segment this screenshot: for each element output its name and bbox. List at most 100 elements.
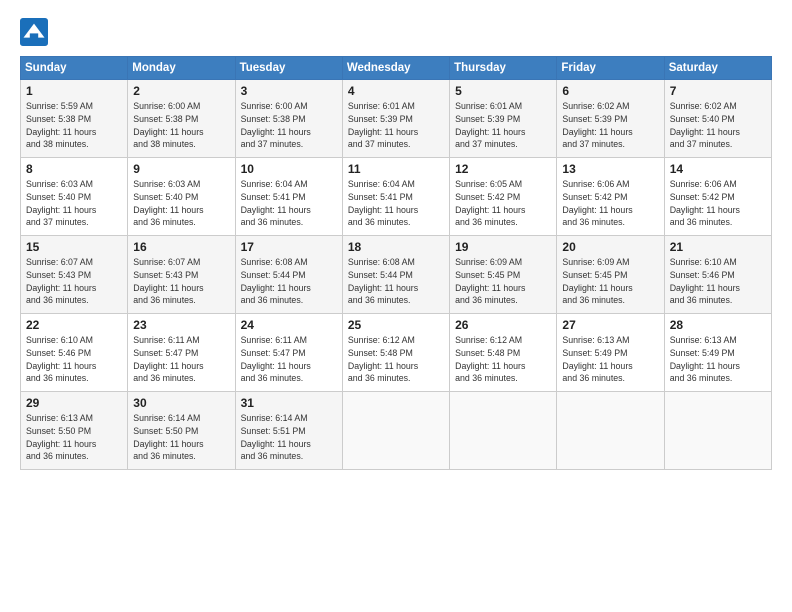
header-day: Sunday: [21, 57, 128, 80]
day-info: Sunrise: 6:07 AMSunset: 5:43 PMDaylight:…: [133, 256, 229, 307]
day-info: Sunrise: 6:09 AMSunset: 5:45 PMDaylight:…: [455, 256, 551, 307]
day-info: Sunrise: 6:05 AMSunset: 5:42 PMDaylight:…: [455, 178, 551, 229]
header-day: Thursday: [450, 57, 557, 80]
calendar-cell: 8 Sunrise: 6:03 AMSunset: 5:40 PMDaylight…: [21, 158, 128, 236]
day-number: 11: [348, 162, 444, 176]
calendar-cell: 2 Sunrise: 6:00 AMSunset: 5:38 PMDaylight…: [128, 80, 235, 158]
day-info: Sunrise: 6:00 AMSunset: 5:38 PMDaylight:…: [241, 100, 337, 151]
day-number: 13: [562, 162, 658, 176]
calendar-table: SundayMondayTuesdayWednesdayThursdayFrid…: [20, 56, 772, 470]
header-day: Wednesday: [342, 57, 449, 80]
day-info: Sunrise: 6:08 AMSunset: 5:44 PMDaylight:…: [348, 256, 444, 307]
calendar-cell: 27 Sunrise: 6:13 AMSunset: 5:49 PMDayligh…: [557, 314, 664, 392]
calendar-cell: 16 Sunrise: 6:07 AMSunset: 5:43 PMDayligh…: [128, 236, 235, 314]
day-number: 25: [348, 318, 444, 332]
day-info: Sunrise: 6:13 AMSunset: 5:50 PMDaylight:…: [26, 412, 122, 463]
day-info: Sunrise: 6:04 AMSunset: 5:41 PMDaylight:…: [241, 178, 337, 229]
day-number: 5: [455, 84, 551, 98]
day-number: 28: [670, 318, 766, 332]
day-number: 24: [241, 318, 337, 332]
header-day: Friday: [557, 57, 664, 80]
calendar-cell: 13 Sunrise: 6:06 AMSunset: 5:42 PMDayligh…: [557, 158, 664, 236]
day-info: Sunrise: 6:13 AMSunset: 5:49 PMDaylight:…: [562, 334, 658, 385]
calendar-cell: [664, 392, 771, 470]
day-info: Sunrise: 6:10 AMSunset: 5:46 PMDaylight:…: [670, 256, 766, 307]
day-number: 18: [348, 240, 444, 254]
day-info: Sunrise: 6:13 AMSunset: 5:49 PMDaylight:…: [670, 334, 766, 385]
day-info: Sunrise: 6:00 AMSunset: 5:38 PMDaylight:…: [133, 100, 229, 151]
calendar-cell: 7 Sunrise: 6:02 AMSunset: 5:40 PMDaylight…: [664, 80, 771, 158]
day-number: 26: [455, 318, 551, 332]
day-info: Sunrise: 6:12 AMSunset: 5:48 PMDaylight:…: [348, 334, 444, 385]
header-area: [20, 18, 772, 46]
calendar-cell: [557, 392, 664, 470]
header-day: Saturday: [664, 57, 771, 80]
calendar-cell: 1Sunrise: 5:59 AMSunset: 5:38 PMDaylight…: [21, 80, 128, 158]
day-number: 17: [241, 240, 337, 254]
day-info: Sunrise: 6:03 AMSunset: 5:40 PMDaylight:…: [26, 178, 122, 229]
day-number: 15: [26, 240, 122, 254]
calendar-cell: 17 Sunrise: 6:08 AMSunset: 5:44 PMDayligh…: [235, 236, 342, 314]
day-number: 14: [670, 162, 766, 176]
day-info: Sunrise: 6:12 AMSunset: 5:48 PMDaylight:…: [455, 334, 551, 385]
calendar-week: 8 Sunrise: 6:03 AMSunset: 5:40 PMDaylight…: [21, 158, 772, 236]
day-info: Sunrise: 6:06 AMSunset: 5:42 PMDaylight:…: [670, 178, 766, 229]
day-number: 8: [26, 162, 122, 176]
day-number: 29: [26, 396, 122, 410]
header-day: Monday: [128, 57, 235, 80]
day-number: 16: [133, 240, 229, 254]
header-row: SundayMondayTuesdayWednesdayThursdayFrid…: [21, 57, 772, 80]
day-info: Sunrise: 6:11 AMSunset: 5:47 PMDaylight:…: [241, 334, 337, 385]
calendar-cell: 29 Sunrise: 6:13 AMSunset: 5:50 PMDayligh…: [21, 392, 128, 470]
calendar-cell: 24 Sunrise: 6:11 AMSunset: 5:47 PMDayligh…: [235, 314, 342, 392]
calendar-cell: 22Sunrise: 6:10 AMSunset: 5:46 PMDayligh…: [21, 314, 128, 392]
day-info: Sunrise: 6:04 AMSunset: 5:41 PMDaylight:…: [348, 178, 444, 229]
day-number: 22: [26, 318, 122, 332]
calendar-cell: [450, 392, 557, 470]
calendar-cell: 12 Sunrise: 6:05 AMSunset: 5:42 PMDayligh…: [450, 158, 557, 236]
day-number: 7: [670, 84, 766, 98]
calendar-cell: [342, 392, 449, 470]
calendar-cell: 26 Sunrise: 6:12 AMSunset: 5:48 PMDayligh…: [450, 314, 557, 392]
day-number: 21: [670, 240, 766, 254]
calendar-cell: 9Sunrise: 6:03 AMSunset: 5:40 PMDaylight…: [128, 158, 235, 236]
day-number: 12: [455, 162, 551, 176]
calendar-cell: 3 Sunrise: 6:00 AMSunset: 5:38 PMDaylight…: [235, 80, 342, 158]
day-info: Sunrise: 6:09 AMSunset: 5:45 PMDaylight:…: [562, 256, 658, 307]
day-number: 2: [133, 84, 229, 98]
calendar-cell: 15 Sunrise: 6:07 AMSunset: 5:43 PMDayligh…: [21, 236, 128, 314]
day-info: Sunrise: 6:02 AMSunset: 5:40 PMDaylight:…: [670, 100, 766, 151]
day-info: Sunrise: 6:03 AMSunset: 5:40 PMDaylight:…: [133, 178, 229, 229]
day-info: Sunrise: 6:14 AMSunset: 5:51 PMDaylight:…: [241, 412, 337, 463]
calendar-cell: 30Sunrise: 6:14 AMSunset: 5:50 PMDayligh…: [128, 392, 235, 470]
calendar-week: 22Sunrise: 6:10 AMSunset: 5:46 PMDayligh…: [21, 314, 772, 392]
calendar-cell: 11 Sunrise: 6:04 AMSunset: 5:41 PMDayligh…: [342, 158, 449, 236]
calendar-cell: 6Sunrise: 6:02 AMSunset: 5:39 PMDaylight…: [557, 80, 664, 158]
day-number: 20: [562, 240, 658, 254]
day-info: Sunrise: 6:11 AMSunset: 5:47 PMDaylight:…: [133, 334, 229, 385]
day-number: 27: [562, 318, 658, 332]
day-number: 3: [241, 84, 337, 98]
calendar-cell: 10Sunrise: 6:04 AMSunset: 5:41 PMDayligh…: [235, 158, 342, 236]
day-number: 4: [348, 84, 444, 98]
day-number: 31: [241, 396, 337, 410]
calendar-cell: 25 Sunrise: 6:12 AMSunset: 5:48 PMDayligh…: [342, 314, 449, 392]
calendar-cell: 28 Sunrise: 6:13 AMSunset: 5:49 PMDayligh…: [664, 314, 771, 392]
header-day: Tuesday: [235, 57, 342, 80]
calendar-week: 29 Sunrise: 6:13 AMSunset: 5:50 PMDayligh…: [21, 392, 772, 470]
day-info: Sunrise: 6:01 AMSunset: 5:39 PMDaylight:…: [348, 100, 444, 151]
calendar-cell: 14 Sunrise: 6:06 AMSunset: 5:42 PMDayligh…: [664, 158, 771, 236]
day-number: 30: [133, 396, 229, 410]
day-number: 1: [26, 84, 122, 98]
calendar-week: 1Sunrise: 5:59 AMSunset: 5:38 PMDaylight…: [21, 80, 772, 158]
page: SundayMondayTuesdayWednesdayThursdayFrid…: [0, 0, 792, 612]
day-info: Sunrise: 6:06 AMSunset: 5:42 PMDaylight:…: [562, 178, 658, 229]
calendar-cell: 31 Sunrise: 6:14 AMSunset: 5:51 PMDayligh…: [235, 392, 342, 470]
day-info: Sunrise: 6:07 AMSunset: 5:43 PMDaylight:…: [26, 256, 122, 307]
calendar-cell: 19 Sunrise: 6:09 AMSunset: 5:45 PMDayligh…: [450, 236, 557, 314]
day-info: Sunrise: 6:08 AMSunset: 5:44 PMDaylight:…: [241, 256, 337, 307]
calendar-cell: 18 Sunrise: 6:08 AMSunset: 5:44 PMDayligh…: [342, 236, 449, 314]
day-number: 19: [455, 240, 551, 254]
day-number: 6: [562, 84, 658, 98]
calendar-cell: 20 Sunrise: 6:09 AMSunset: 5:45 PMDayligh…: [557, 236, 664, 314]
